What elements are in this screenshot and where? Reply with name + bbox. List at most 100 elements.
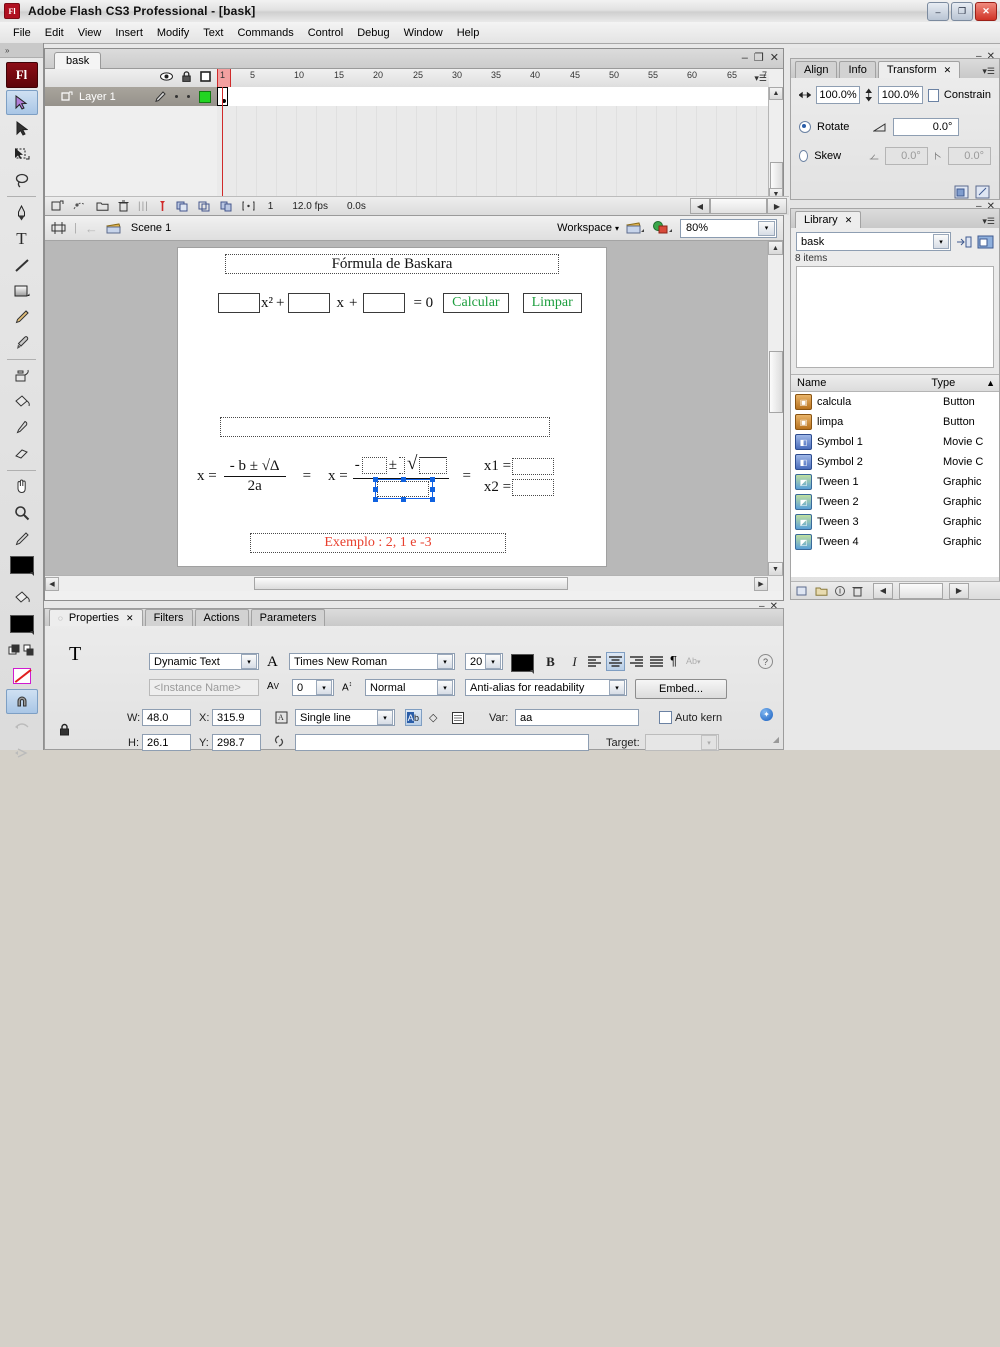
selection-handle[interactable] <box>400 497 406 502</box>
lasso-tool[interactable] <box>5 167 38 193</box>
menu-debug[interactable]: Debug <box>350 25 396 41</box>
auto-kern-checkbox[interactable] <box>659 711 672 724</box>
selection-tool[interactable] <box>5 90 38 115</box>
chevron-down-icon[interactable]: ▾ <box>701 735 717 750</box>
close-button[interactable]: ✕ <box>975 2 997 21</box>
delete-layer-icon[interactable] <box>118 200 129 212</box>
scene-label[interactable]: Scene 1 <box>131 222 171 234</box>
y-input[interactable]: 298.7 <box>212 734 261 751</box>
modify-onion-markers-icon[interactable] <box>242 200 255 212</box>
panel-minimize-icon[interactable]: – <box>759 601 765 612</box>
stage-horizontal-scrollbar[interactable]: ◀ ▶ <box>45 575 783 591</box>
edit-scene-icon[interactable] <box>626 220 645 236</box>
eye-icon[interactable] <box>160 72 173 81</box>
chevron-down-icon[interactable]: ▾ <box>377 710 393 725</box>
straighten-option-icon[interactable] <box>5 740 38 766</box>
library-scroll-right-button[interactable]: ▶ <box>949 582 969 599</box>
selection-handle[interactable] <box>372 497 378 502</box>
panel-resize-grip[interactable]: ◢ <box>773 735 779 744</box>
library-hscroll-track[interactable] <box>899 582 943 599</box>
timeline-options-menu[interactable]: ▾☰ <box>754 73 767 84</box>
width-input[interactable]: 48.0 <box>142 709 191 726</box>
menu-text[interactable]: Text <box>196 25 230 41</box>
align-justify-button[interactable] <box>648 653 665 670</box>
menu-view[interactable]: View <box>71 25 109 41</box>
chevron-down-icon[interactable]: ▾ <box>316 680 332 695</box>
eraser-tool[interactable] <box>5 441 38 467</box>
timeline-hscroll-track[interactable] <box>710 198 767 214</box>
lock-aspect-icon[interactable] <box>59 723 70 740</box>
timeline-scroll-left-button[interactable]: ◀ <box>690 198 710 214</box>
subselection-tool[interactable] <box>5 115 38 141</box>
menu-commands[interactable]: Commands <box>230 25 300 41</box>
var-input[interactable]: aa <box>515 709 639 726</box>
bold-button[interactable]: B <box>542 653 559 670</box>
tab-library[interactable]: Library ✕ <box>795 211 862 228</box>
character-position-select[interactable]: Normal ▾ <box>365 679 455 696</box>
center-frame-icon[interactable] <box>158 200 167 212</box>
minimize-button[interactable]: – <box>927 2 949 21</box>
b-value-field[interactable] <box>361 456 387 474</box>
selection-handle[interactable] <box>372 487 378 492</box>
free-transform-tool[interactable] <box>5 141 38 167</box>
onion-skin-outlines-icon[interactable] <box>198 200 211 212</box>
panel-close-icon[interactable]: ✕ <box>987 201 995 212</box>
skew-radio[interactable] <box>799 150 809 162</box>
library-panel-options-menu[interactable]: ▾☰ <box>982 216 995 227</box>
layer-visible-dot[interactable] <box>175 95 178 98</box>
onion-skin-icon[interactable] <box>176 200 189 212</box>
eyedropper-tool[interactable] <box>5 415 38 441</box>
library-row[interactable]: ◩ Tween 2 Graphic <box>791 492 999 512</box>
color-defaults-swap[interactable] <box>5 637 38 663</box>
italic-button[interactable]: I <box>566 653 583 670</box>
selectable-icon[interactable]: Ab <box>405 709 422 726</box>
document-restore-button[interactable]: ❐ <box>754 51 764 64</box>
font-family-select[interactable]: Times New Roman ▾ <box>289 653 455 670</box>
rotate-radio[interactable] <box>799 121 811 133</box>
timeline-scroll-right-button[interactable]: ▶ <box>767 198 787 214</box>
chevron-down-icon[interactable]: ▾ <box>437 654 453 669</box>
new-folder-footer-icon[interactable] <box>815 585 828 597</box>
ink-bottle-tool[interactable] <box>5 363 38 389</box>
tab-info[interactable]: Info <box>839 61 876 78</box>
align-right-button[interactable] <box>628 653 645 670</box>
line-tool[interactable] <box>5 252 38 278</box>
menu-modify[interactable]: Modify <box>150 25 196 41</box>
edit-multiple-frames-icon[interactable] <box>220 200 233 212</box>
no-color-swatch[interactable] <box>5 663 38 689</box>
menu-edit[interactable]: Edit <box>38 25 71 41</box>
coefficient-a-input[interactable] <box>218 293 260 313</box>
text-type-select[interactable]: Dynamic Text ▾ <box>149 653 259 670</box>
tab-actions[interactable]: Actions <box>194 609 249 626</box>
transform-panel-options-menu[interactable]: ▾☰ <box>982 66 995 77</box>
panel-minimize-icon[interactable]: – <box>976 201 982 212</box>
workspace-button[interactable]: Workspace ▾ <box>557 222 619 234</box>
menu-control[interactable]: Control <box>301 25 350 41</box>
line-type-select[interactable]: Single line ▾ <box>295 709 395 726</box>
stage-scroll-down-button[interactable]: ▼ <box>768 562 783 576</box>
text-tool[interactable]: T <box>5 226 38 252</box>
rotate-value-field[interactable]: 0.0° <box>893 118 960 136</box>
library-document-select[interactable]: bask ▾ <box>796 232 951 251</box>
rectangle-tool[interactable] <box>5 278 38 304</box>
restore-button[interactable]: ❐ <box>951 2 973 21</box>
library-column-name[interactable]: Name <box>797 377 826 389</box>
format-options-icon[interactable]: Ab▾ <box>686 656 701 666</box>
menu-file[interactable]: File <box>6 25 38 41</box>
stage-area[interactable]: Fórmula de Baskara x² + x + = 0 Calcular… <box>45 241 783 591</box>
edit-symbol-icon[interactable] <box>652 220 673 236</box>
tab-transform[interactable]: Transform ✕ <box>877 61 961 78</box>
panel-close-icon[interactable]: ✕ <box>770 601 778 612</box>
library-row[interactable]: ◩ Tween 1 Graphic <box>791 472 999 492</box>
new-folder-icon[interactable] <box>96 200 109 212</box>
selection-handle[interactable] <box>372 477 378 482</box>
document-tab-bask[interactable]: bask <box>54 52 102 69</box>
paragraph-options-icon[interactable]: ¶ <box>670 653 677 668</box>
coefficient-b-input[interactable] <box>288 293 331 313</box>
stage-vertical-scrollbar[interactable]: ▲ ▼ <box>767 241 783 576</box>
copy-and-apply-transform-icon[interactable] <box>954 185 970 200</box>
stage-scroll-right-button[interactable]: ▶ <box>754 576 768 591</box>
chevron-down-icon[interactable]: ▾ <box>758 220 775 236</box>
coefficient-c-input[interactable] <box>363 293 406 313</box>
tab-align[interactable]: Align <box>795 61 838 78</box>
